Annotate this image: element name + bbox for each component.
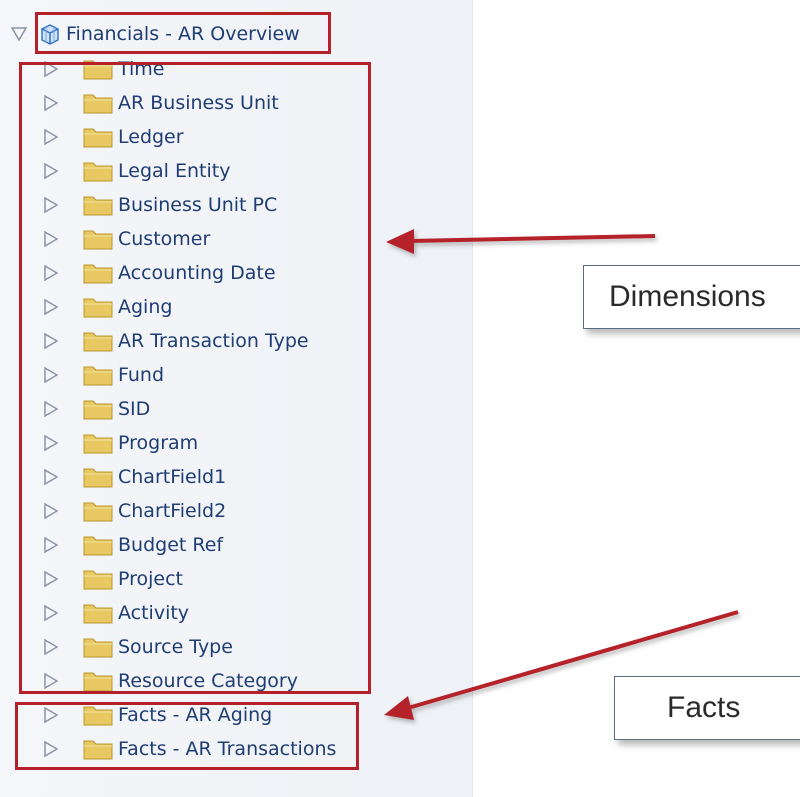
tree-folder-accounting-date[interactable]: Accounting Date bbox=[40, 258, 276, 288]
expand-triangle-icon[interactable] bbox=[40, 364, 62, 386]
expand-triangle-icon[interactable] bbox=[40, 194, 62, 216]
tree-folder-label: Activity bbox=[118, 602, 190, 624]
expand-triangle-icon[interactable] bbox=[40, 670, 62, 692]
tree-root-label: Financials - AR Overview bbox=[66, 23, 300, 45]
folder-icon bbox=[82, 465, 114, 489]
tree-folder-facts-ar-aging[interactable]: Facts - AR Aging bbox=[40, 700, 272, 730]
folder-icon bbox=[82, 669, 114, 693]
expand-triangle-icon[interactable] bbox=[40, 296, 62, 318]
expand-triangle-icon[interactable] bbox=[40, 602, 62, 624]
expand-triangle-icon[interactable] bbox=[40, 704, 62, 726]
folder-icon bbox=[82, 329, 114, 353]
tree-folder-label: Program bbox=[118, 432, 199, 454]
tree-folder-label: Accounting Date bbox=[118, 262, 276, 284]
facts-callout-text: Facts bbox=[667, 691, 741, 724]
expand-triangle-icon[interactable] bbox=[40, 228, 62, 250]
tree-folder-resource-category[interactable]: Resource Category bbox=[40, 666, 298, 696]
folder-icon bbox=[82, 261, 114, 285]
expand-triangle-icon[interactable] bbox=[40, 126, 62, 148]
tree-folder-ar-transaction-type[interactable]: AR Transaction Type bbox=[40, 326, 309, 356]
tree-folder-aging[interactable]: Aging bbox=[40, 292, 172, 322]
tree-folder-fund[interactable]: Fund bbox=[40, 360, 164, 390]
tree-folder-sid[interactable]: SID bbox=[40, 394, 150, 424]
folder-icon bbox=[82, 227, 114, 251]
tree-folder-ar-business-unit[interactable]: AR Business Unit bbox=[40, 88, 279, 118]
tree-folder-source-type[interactable]: Source Type bbox=[40, 632, 233, 662]
expand-triangle-icon[interactable] bbox=[40, 58, 62, 80]
tree-folder-project[interactable]: Project bbox=[40, 564, 183, 594]
folder-icon bbox=[82, 363, 114, 387]
folder-icon bbox=[82, 125, 114, 149]
tree-folder-label: Time bbox=[118, 58, 165, 80]
folder-icon bbox=[82, 295, 114, 319]
tree-folder-label: Resource Category bbox=[118, 670, 298, 692]
facts-callout: Facts bbox=[614, 676, 800, 740]
expand-triangle-icon[interactable] bbox=[40, 500, 62, 522]
tree-folder-customer[interactable]: Customer bbox=[40, 224, 210, 254]
folder-icon bbox=[82, 567, 114, 591]
tree-folder-chartfield1[interactable]: ChartField1 bbox=[40, 462, 226, 492]
folder-icon bbox=[82, 703, 114, 727]
folder-icon bbox=[82, 397, 114, 421]
tree-folder-legal-entity[interactable]: Legal Entity bbox=[40, 156, 230, 186]
tree-folder-label: Budget Ref bbox=[118, 534, 224, 556]
tree-folder-label: AR Transaction Type bbox=[118, 330, 309, 352]
dimensions-callout: Dimensions bbox=[583, 265, 800, 329]
tree-folder-label: Facts - AR Aging bbox=[118, 704, 273, 726]
folder-icon bbox=[82, 499, 114, 523]
tree-folder-label: Source Type bbox=[118, 636, 233, 658]
subject-area-tree-panel: Financials - AR Overview Time AR Business… bbox=[0, 0, 473, 797]
folder-icon bbox=[82, 57, 114, 81]
expand-triangle-icon[interactable] bbox=[40, 160, 62, 182]
expand-triangle-icon[interactable] bbox=[40, 568, 62, 590]
tree-folder-chartfield2[interactable]: ChartField2 bbox=[40, 496, 226, 526]
tree-folder-activity[interactable]: Activity bbox=[40, 598, 189, 628]
tree-folder-label: ChartField1 bbox=[118, 466, 227, 488]
folder-icon bbox=[82, 601, 114, 625]
expand-triangle-icon[interactable] bbox=[40, 432, 62, 454]
folder-icon bbox=[82, 159, 114, 183]
tree-folder-facts-ar-transactions[interactable]: Facts - AR Transactions bbox=[40, 734, 336, 764]
expand-triangle-icon[interactable] bbox=[40, 636, 62, 658]
tree-folder-label: Facts - AR Transactions bbox=[118, 738, 337, 760]
expand-triangle-icon[interactable] bbox=[40, 92, 62, 114]
expand-triangle-icon[interactable] bbox=[40, 262, 62, 284]
tree-folder-label: AR Business Unit bbox=[118, 92, 279, 114]
tree-folder-label: ChartField2 bbox=[118, 500, 227, 522]
cube-icon bbox=[38, 22, 62, 46]
expand-triangle-icon[interactable] bbox=[40, 330, 62, 352]
folder-icon bbox=[82, 193, 114, 217]
tree-folder-budget-ref[interactable]: Budget Ref bbox=[40, 530, 223, 560]
folder-icon bbox=[82, 91, 114, 115]
expand-triangle-icon[interactable] bbox=[40, 466, 62, 488]
tree-folder-business-unit-pc[interactable]: Business Unit PC bbox=[40, 190, 277, 220]
folder-icon bbox=[82, 533, 114, 557]
tree-folder-label: Business Unit PC bbox=[118, 194, 278, 216]
tree-folder-label: Customer bbox=[118, 228, 211, 250]
tree-folder-label: Ledger bbox=[118, 126, 184, 148]
tree-folder-ledger[interactable]: Ledger bbox=[40, 122, 184, 152]
dimensions-callout-text: Dimensions bbox=[609, 280, 766, 313]
collapse-triangle-icon[interactable] bbox=[8, 23, 30, 45]
tree-folder-label: Fund bbox=[118, 364, 165, 386]
tree-folder-label: Legal Entity bbox=[118, 160, 231, 182]
tree-folder-program[interactable]: Program bbox=[40, 428, 198, 458]
tree-folder-label: SID bbox=[118, 398, 151, 420]
tree-root-financials-ar-overview[interactable]: Financials - AR Overview bbox=[8, 18, 300, 50]
folder-icon bbox=[82, 737, 114, 761]
expand-triangle-icon[interactable] bbox=[40, 534, 62, 556]
tree-folder-label: Project bbox=[118, 568, 184, 590]
expand-triangle-icon[interactable] bbox=[40, 398, 62, 420]
tree-folder-time[interactable]: Time bbox=[40, 54, 165, 84]
expand-triangle-icon[interactable] bbox=[40, 738, 62, 760]
tree-folder-label: Aging bbox=[118, 296, 173, 318]
folder-icon bbox=[82, 431, 114, 455]
folder-icon bbox=[82, 635, 114, 659]
